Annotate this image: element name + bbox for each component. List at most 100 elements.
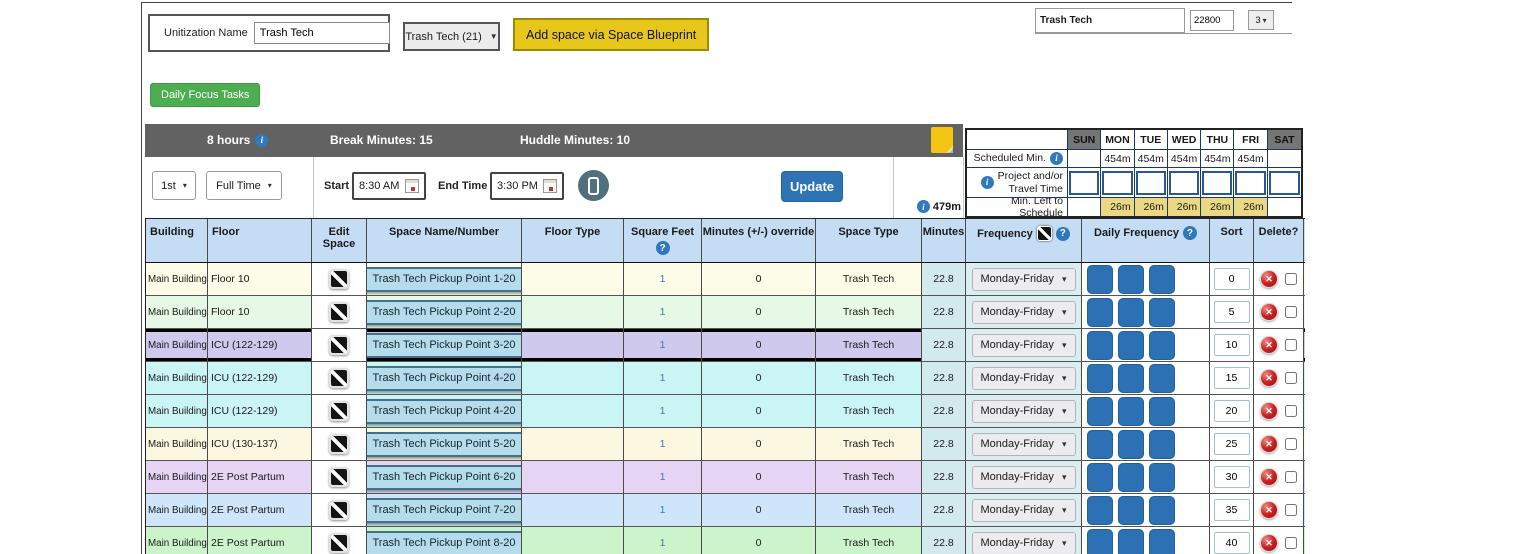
edit-space-icon[interactable] xyxy=(329,269,349,289)
daily-frequency-block[interactable] xyxy=(1149,298,1175,327)
sort-input[interactable] xyxy=(1214,367,1250,389)
space-name-button[interactable]: Trash Tech Pickup Point 4-20 xyxy=(367,366,522,391)
delete-icon[interactable] xyxy=(1260,369,1278,387)
space-name-button[interactable]: Trash Tech Pickup Point 1-20 xyxy=(367,267,522,292)
info-icon[interactable] xyxy=(917,200,930,213)
project-travel-input[interactable] xyxy=(1069,171,1099,195)
square-feet-link[interactable]: 1 xyxy=(660,339,666,351)
project-travel-input[interactable] xyxy=(1136,171,1166,195)
edit-space-icon[interactable] xyxy=(329,434,349,454)
delete-checkbox[interactable] xyxy=(1285,339,1297,351)
info-icon[interactable] xyxy=(255,134,268,147)
space-name-button[interactable]: Trash Tech Pickup Point 3-20 xyxy=(367,333,522,358)
square-feet-link[interactable]: 1 xyxy=(660,537,666,549)
summary-value-input[interactable] xyxy=(1190,10,1234,31)
frequency-dropdown[interactable]: Monday-Friday xyxy=(972,367,1076,390)
sort-input[interactable] xyxy=(1214,466,1250,488)
employment-select[interactable]: Full Time ▾ xyxy=(206,171,282,200)
daily-frequency-block[interactable] xyxy=(1118,529,1144,554)
sort-input[interactable] xyxy=(1214,433,1250,455)
delete-checkbox[interactable] xyxy=(1285,372,1297,384)
daily-frequency-block[interactable] xyxy=(1118,463,1144,492)
daily-frequency-block[interactable] xyxy=(1118,331,1144,360)
summary-count-select[interactable]: 3 ▾ xyxy=(1248,10,1274,30)
daily-frequency-block[interactable] xyxy=(1087,364,1113,393)
project-travel-input[interactable] xyxy=(1102,171,1132,195)
delete-checkbox[interactable] xyxy=(1285,537,1297,549)
square-feet-link[interactable]: 1 xyxy=(660,273,666,285)
frequency-dropdown[interactable]: Monday-Friday xyxy=(972,334,1076,357)
edit-space-icon[interactable] xyxy=(329,533,349,553)
start-time-input[interactable]: 8:30 AM xyxy=(352,172,426,200)
shift-select[interactable]: 1st ▾ xyxy=(152,171,196,200)
sort-input[interactable] xyxy=(1214,334,1250,356)
delete-checkbox[interactable] xyxy=(1285,405,1297,417)
space-name-button[interactable]: Trash Tech Pickup Point 8-20 xyxy=(367,531,522,554)
daily-frequency-block[interactable] xyxy=(1149,364,1175,393)
help-icon[interactable] xyxy=(1183,226,1197,240)
mobile-phone-icon[interactable] xyxy=(578,170,609,201)
daily-frequency-block[interactable] xyxy=(1087,331,1113,360)
unitization-input[interactable] xyxy=(254,22,390,44)
square-feet-link[interactable]: 1 xyxy=(660,306,666,318)
delete-checkbox[interactable] xyxy=(1285,306,1297,318)
project-travel-input[interactable] xyxy=(1235,171,1265,195)
end-time-input[interactable]: 3:30 PM xyxy=(490,172,564,200)
edit-space-icon[interactable] xyxy=(329,401,349,421)
edit-space-icon[interactable] xyxy=(329,467,349,487)
edit-space-icon[interactable] xyxy=(329,335,349,355)
delete-checkbox[interactable] xyxy=(1285,438,1297,450)
space-name-button[interactable]: Trash Tech Pickup Point 5-20 xyxy=(367,432,522,457)
daily-frequency-block[interactable] xyxy=(1087,430,1113,459)
frequency-dropdown[interactable]: Monday-Friday xyxy=(972,433,1076,456)
edit-space-icon[interactable] xyxy=(329,368,349,388)
edit-space-icon[interactable] xyxy=(329,302,349,322)
square-feet-link[interactable]: 1 xyxy=(660,471,666,483)
daily-frequency-block[interactable] xyxy=(1087,496,1113,525)
sort-input[interactable] xyxy=(1214,499,1250,521)
edit-space-icon[interactable] xyxy=(329,500,349,520)
daily-frequency-block[interactable] xyxy=(1118,496,1144,525)
delete-icon[interactable] xyxy=(1260,501,1278,519)
daily-frequency-block[interactable] xyxy=(1087,529,1113,554)
sort-input[interactable] xyxy=(1214,301,1250,323)
delete-checkbox[interactable] xyxy=(1285,504,1297,516)
daily-frequency-block[interactable] xyxy=(1149,397,1175,426)
delete-icon[interactable] xyxy=(1260,402,1278,420)
delete-icon[interactable] xyxy=(1260,303,1278,321)
help-icon[interactable] xyxy=(1056,227,1070,241)
square-feet-link[interactable]: 1 xyxy=(660,372,666,384)
frequency-dropdown[interactable]: Monday-Friday xyxy=(972,466,1076,489)
daily-frequency-block[interactable] xyxy=(1087,463,1113,492)
sort-input[interactable] xyxy=(1214,268,1250,290)
daily-frequency-block[interactable] xyxy=(1149,463,1175,492)
daily-frequency-block[interactable] xyxy=(1118,364,1144,393)
space-name-button[interactable]: Trash Tech Pickup Point 4-20 xyxy=(367,399,522,424)
daily-frequency-block[interactable] xyxy=(1087,298,1113,327)
daily-frequency-block[interactable] xyxy=(1087,265,1113,294)
sort-input[interactable] xyxy=(1214,400,1250,422)
frequency-dropdown[interactable]: Monday-Friday xyxy=(972,499,1076,522)
calendar-icon[interactable] xyxy=(543,179,557,193)
help-icon[interactable] xyxy=(656,241,670,255)
space-blueprint-dropdown[interactable]: Trash Tech (21) ▼ xyxy=(403,22,500,51)
delete-icon[interactable] xyxy=(1260,336,1278,354)
daily-frequency-block[interactable] xyxy=(1149,265,1175,294)
square-feet-link[interactable]: 1 xyxy=(660,504,666,516)
delete-icon[interactable] xyxy=(1260,468,1278,486)
daily-frequency-block[interactable] xyxy=(1149,430,1175,459)
daily-frequency-block[interactable] xyxy=(1087,397,1113,426)
space-name-button[interactable]: Trash Tech Pickup Point 7-20 xyxy=(367,498,522,523)
project-travel-input[interactable] xyxy=(1202,171,1232,195)
daily-frequency-block[interactable] xyxy=(1118,265,1144,294)
project-travel-input[interactable] xyxy=(1169,171,1199,195)
delete-checkbox[interactable] xyxy=(1285,273,1297,285)
frequency-dropdown[interactable]: Monday-Friday xyxy=(972,268,1076,291)
frequency-dropdown[interactable]: Monday-Friday xyxy=(972,301,1076,324)
delete-icon[interactable] xyxy=(1260,534,1278,552)
note-icon[interactable] xyxy=(931,127,953,153)
daily-frequency-block[interactable] xyxy=(1149,529,1175,554)
add-space-button[interactable]: Add space via Space Blueprint xyxy=(513,18,709,51)
update-button[interactable]: Update xyxy=(781,171,843,202)
calendar-icon[interactable] xyxy=(405,179,419,193)
